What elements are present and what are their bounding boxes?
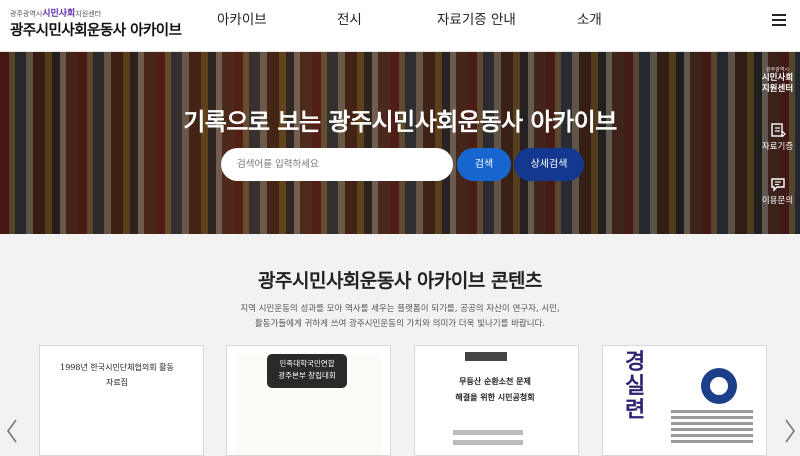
card-1-line-1: 1998년 한국시민단체협의회 활동 bbox=[60, 363, 174, 372]
logo-small-suffix: 지원센터 bbox=[75, 10, 102, 18]
quick-donate[interactable]: 자료기증 bbox=[755, 122, 800, 152]
logo-small-prefix: 광주광역시 bbox=[10, 10, 43, 18]
detail-search-button[interactable]: 상세검색 bbox=[514, 148, 584, 181]
carousel-next-arrow-icon[interactable] bbox=[783, 418, 797, 444]
card-3-line-1: 무등산 순환소천 문제 bbox=[459, 377, 531, 386]
content-card-4[interactable]: 경실련 bbox=[602, 345, 767, 456]
donate-book-icon bbox=[770, 123, 786, 138]
search-input[interactable] bbox=[221, 148, 453, 181]
contents-description: 지역 시민운동의 성과를 모아 역사를 세우는 플랫폼이 되기를, 공공의 자산… bbox=[200, 302, 600, 332]
nav-archive[interactable]: 아카이브 bbox=[217, 0, 267, 40]
chat-bubble-icon bbox=[770, 178, 785, 192]
card-1-line-2: 자료집 bbox=[105, 378, 129, 387]
description-line-1: 지역 시민운동의 성과를 모아 역사를 세우는 플랫폼이 되기를, 공공의 자산… bbox=[240, 304, 560, 314]
card-4-emblem bbox=[701, 368, 737, 404]
card-2-line-1: 민족대학국민연합 bbox=[279, 359, 335, 368]
card-2-line-2: 광주본부 창립대회 bbox=[278, 371, 336, 380]
quick-inquiry[interactable]: 이용문의 bbox=[755, 176, 800, 206]
card-1-text: 1998년 한국시민단체협의회 활동 자료집 bbox=[52, 360, 182, 390]
carousel-prev-arrow-icon[interactable] bbox=[5, 418, 19, 444]
hero-banner: 기록으로 보는 광주시민사회운동사 아카이브 검색 상세검색 bbox=[0, 52, 800, 234]
logo-title: 광주시민사회운동사 아카이브 bbox=[10, 23, 182, 39]
center-logo-line1: 시민사회 bbox=[761, 73, 794, 83]
card-4-title: 경실련 bbox=[625, 349, 646, 423]
contents-title: 광주시민사회운동사 아카이브 콘텐츠 bbox=[258, 270, 542, 292]
content-card-2[interactable]: 민족대학국민연합 광주본부 창립대회 bbox=[226, 345, 391, 456]
quick-menu: 광주광역시 시민사회 지원센터 자료기증 이용문의 bbox=[755, 58, 800, 218]
content-card-1[interactable]: 1998년 한국시민단체협의회 활동 자료집 bbox=[39, 345, 204, 456]
nav-exhibition[interactable]: 전시 bbox=[337, 0, 362, 40]
logo-small-accent: 시민사회 bbox=[42, 9, 76, 19]
card-3-text: 무등산 순환소천 문제 해결을 위한 시민공청회 bbox=[425, 374, 565, 406]
center-logo-small: 광주광역시 bbox=[765, 67, 789, 73]
card-2-label-box: 민족대학국민연합 광주본부 창립대회 bbox=[267, 354, 347, 388]
nav-about[interactable]: 소개 bbox=[577, 0, 602, 40]
hero-title: 기록으로 보는 광주시민사회운동사 아카이브 bbox=[183, 108, 617, 136]
nav-donation-guide[interactable]: 자료기증 안내 bbox=[437, 0, 516, 40]
description-line-2: 활동가들에게 귀하게 쓰여 광주시민운동의 가치와 의미가 더욱 빛나기를 바랍… bbox=[254, 319, 546, 329]
site-logo[interactable]: 광주광역시시민사회지원센터 광주시민사회운동사 아카이브 bbox=[10, 6, 182, 46]
quick-donate-label: 자료기증 bbox=[761, 142, 794, 152]
center-logo[interactable]: 광주광역시 시민사회 지원센터 bbox=[755, 66, 800, 95]
card-3-line-2: 해결을 위한 시민공청회 bbox=[455, 393, 535, 402]
content-card-3[interactable]: 무등산 순환소천 문제 해결을 위한 시민공청회 bbox=[414, 345, 579, 456]
logo-subtitle: 광주광역시시민사회지원센터 bbox=[10, 6, 101, 19]
center-logo-line2: 지원센터 bbox=[761, 84, 794, 94]
quick-inquiry-label: 이용문의 bbox=[761, 196, 794, 206]
card-3-tag bbox=[465, 352, 507, 361]
search-button[interactable]: 검색 bbox=[457, 148, 511, 181]
hamburger-menu-icon[interactable] bbox=[772, 14, 786, 26]
site-header: 광주광역시시민사회지원센터 광주시민사회운동사 아카이브 아카이브 전시 자료기… bbox=[0, 0, 800, 52]
